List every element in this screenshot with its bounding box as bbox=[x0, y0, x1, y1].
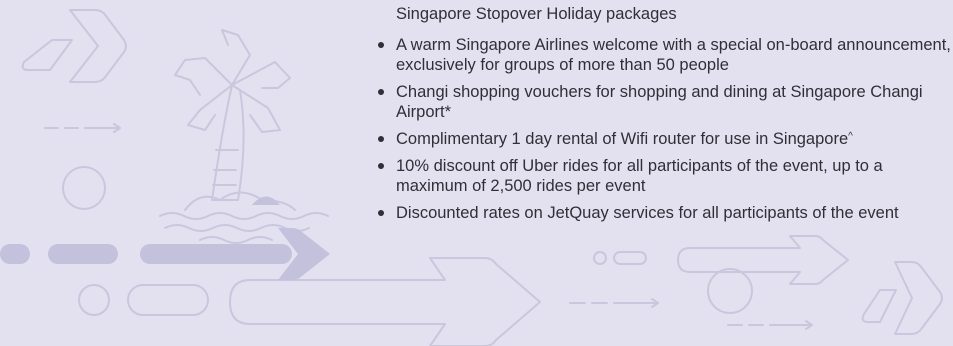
pill-icon bbox=[140, 244, 292, 264]
bullet-icon bbox=[378, 136, 384, 142]
benefit-text: Changi shopping vouchers for shopping an… bbox=[396, 83, 923, 121]
list-item: Discounted rates on JetQuay services for… bbox=[370, 203, 953, 223]
dashed-arrow-icon bbox=[44, 123, 121, 133]
benefit-text: Discounted rates on JetQuay services for… bbox=[396, 204, 899, 222]
pill-icon bbox=[613, 251, 647, 265]
arrow-outline-icon bbox=[677, 235, 849, 285]
list-item: Complimentary 1 day rental of Wifi route… bbox=[370, 129, 953, 149]
dashed-arrow-icon bbox=[569, 298, 659, 308]
circle-icon bbox=[707, 268, 753, 314]
list-item: 10% discount off Uber rides for all part… bbox=[370, 156, 953, 196]
bullet-icon bbox=[378, 42, 384, 48]
benefit-text: 10% discount off Uber rides for all part… bbox=[396, 157, 883, 195]
chevron-outline-icon bbox=[894, 261, 943, 335]
palm-tree-icon bbox=[159, 29, 329, 244]
benefit-text: Complimentary 1 day rental of Wifi route… bbox=[396, 130, 849, 148]
pill-icon bbox=[48, 244, 118, 264]
sun-icon bbox=[252, 196, 280, 205]
circle-icon bbox=[593, 251, 607, 265]
list-item: Changi shopping vouchers for shopping an… bbox=[370, 82, 953, 122]
bullet-icon bbox=[378, 210, 384, 216]
chevron-outline-icon bbox=[69, 9, 127, 83]
circle-icon bbox=[78, 284, 110, 316]
bullet-icon bbox=[378, 163, 384, 169]
intro-text: Singapore Stopover Holiday packages bbox=[396, 5, 677, 23]
circle-icon bbox=[62, 166, 106, 210]
pill-icon bbox=[0, 244, 30, 264]
rounded-shape-icon bbox=[861, 289, 897, 323]
pill-icon bbox=[127, 284, 209, 316]
benefits-list: A warm Singapore Airlines welcome with a… bbox=[370, 35, 953, 230]
footnote-mark: ^ bbox=[848, 131, 853, 142]
benefit-text: A warm Singapore Airlines welcome with a… bbox=[396, 36, 951, 74]
list-item: A warm Singapore Airlines welcome with a… bbox=[370, 35, 953, 75]
arrow-outline-icon bbox=[229, 257, 541, 346]
dashed-arrow-icon bbox=[727, 320, 813, 330]
bullet-icon bbox=[378, 89, 384, 95]
rounded-shape-icon bbox=[21, 39, 73, 71]
